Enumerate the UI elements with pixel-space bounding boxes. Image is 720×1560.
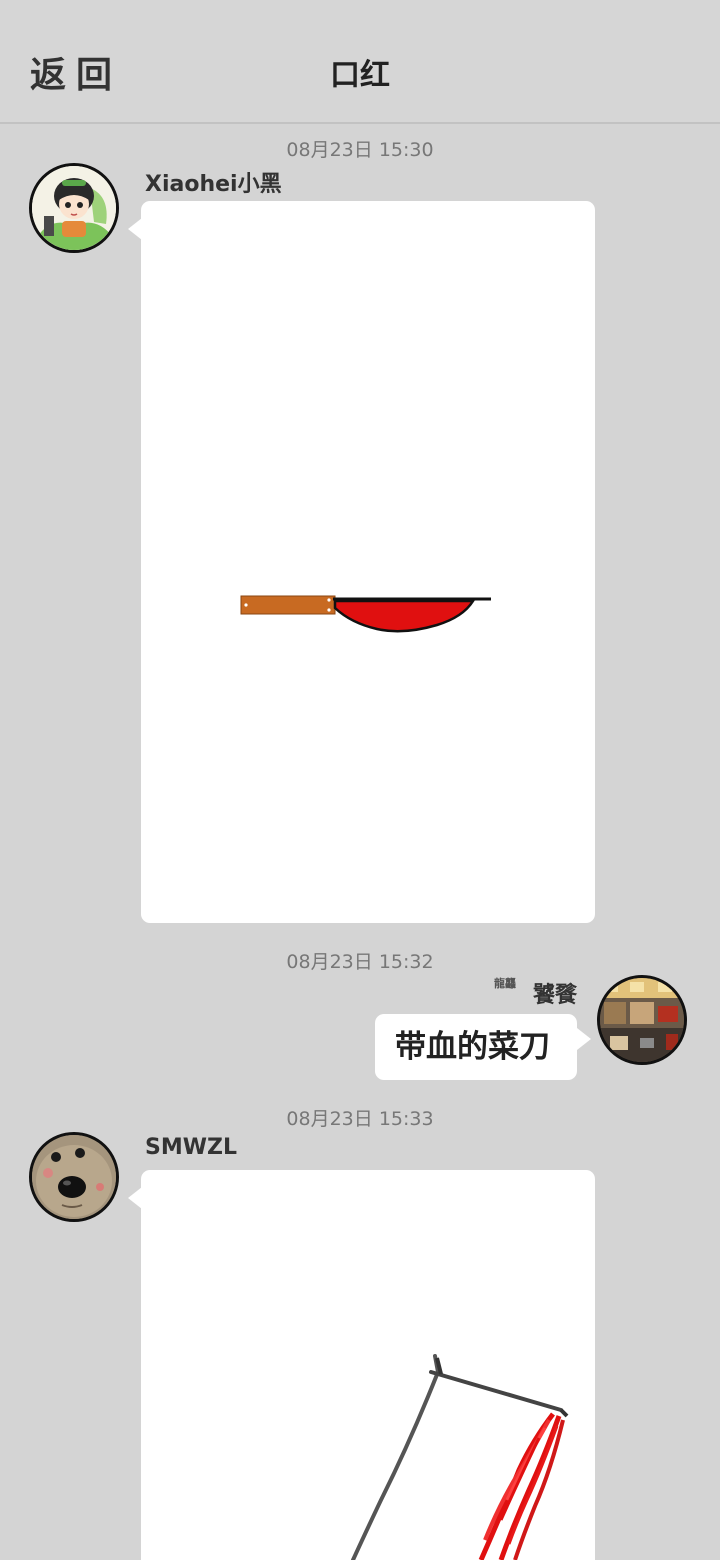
image-message-bubble[interactable] [141, 201, 595, 923]
kitchen-knife-drawing [240, 595, 491, 633]
bubble-tail [128, 1187, 142, 1209]
avatar-smwzl[interactable] [29, 1132, 119, 1222]
message-timestamp: 08月23日 15:33 [286, 1108, 434, 1130]
bubble-tail [577, 1028, 591, 1050]
sender-name: Xiaohei小黑 [145, 172, 282, 197]
sender-name: SMWZL [145, 1135, 237, 1160]
anime-girl-avatar-icon [32, 166, 116, 250]
bubble-tail [128, 218, 142, 240]
message-timestamp: 08月23日 15:32 [286, 951, 434, 973]
top-bar: 返回 口红 [0, 0, 720, 124]
plush-toy-avatar-icon [32, 1135, 116, 1219]
sender-name: 饕餮 [533, 983, 578, 1008]
room-photo-avatar-icon [600, 978, 684, 1062]
user-badge: 龍龘 [494, 977, 516, 990]
chat-title: 口红 [330, 58, 390, 93]
bloody-cleaver-drawing [351, 1354, 569, 1560]
avatar-taotie[interactable] [597, 975, 687, 1065]
avatar-xiaohei[interactable] [29, 163, 119, 253]
chat-screen: 返回 口红 08月23日 15:30 Xiaohei小黑 08月23日 15:3… [0, 0, 720, 1560]
text-message-bubble[interactable]: 带血的菜刀 [375, 1014, 577, 1080]
message-timestamp: 08月23日 15:30 [286, 139, 434, 161]
image-message-bubble[interactable] [141, 1170, 595, 1560]
